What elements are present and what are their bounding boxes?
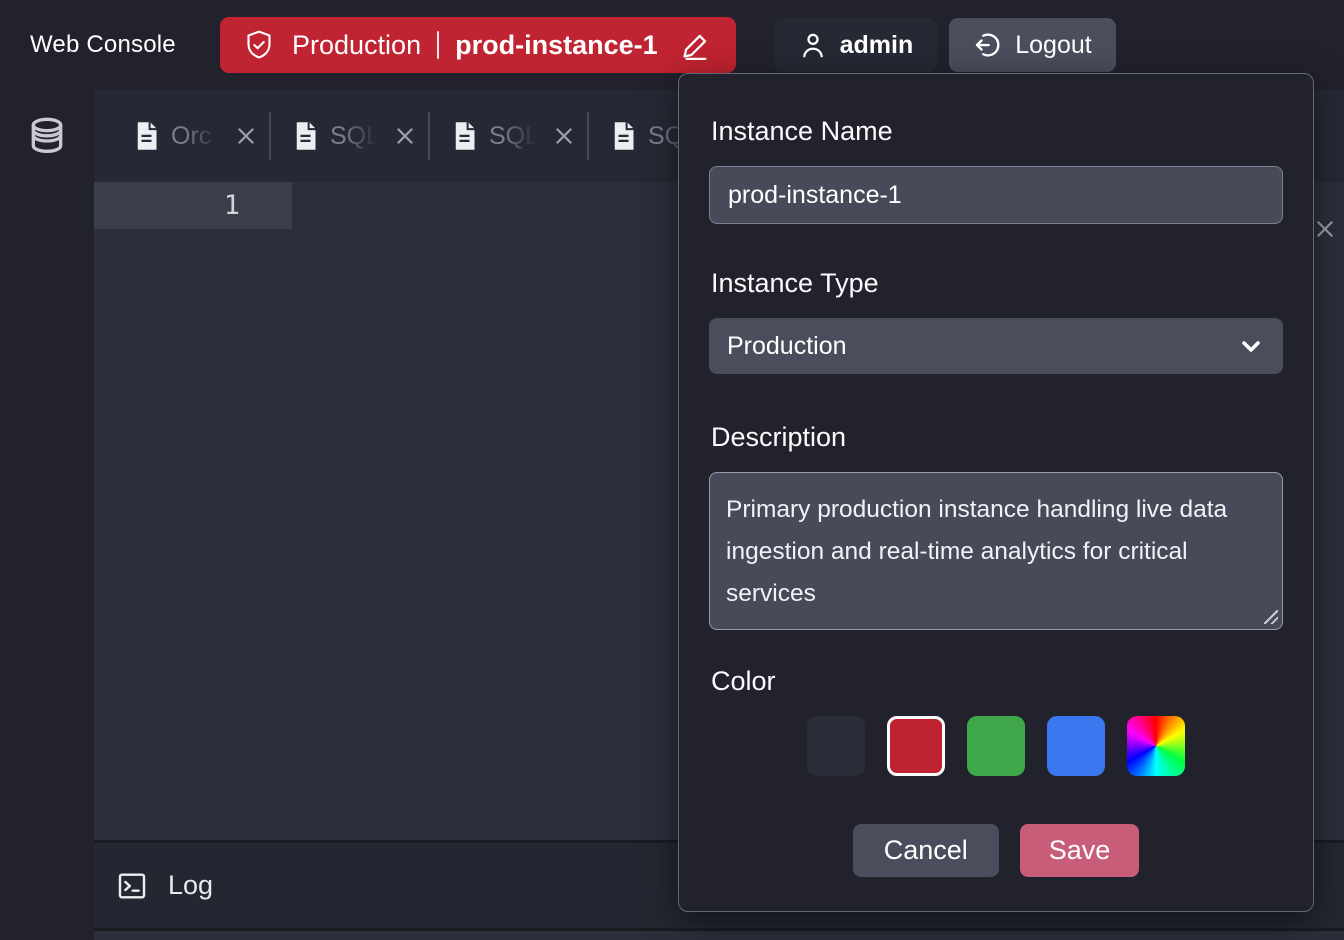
tab-item[interactable]: SQL xyxy=(452,121,575,151)
color-swatch-green[interactable] xyxy=(967,716,1025,776)
color-swatch-custom-rainbow[interactable] xyxy=(1127,716,1185,776)
logout-icon xyxy=(973,30,1003,60)
terminal-icon xyxy=(116,870,148,902)
instance-badge[interactable]: Production prod-instance-1 xyxy=(220,17,736,73)
color-swatch-blue[interactable] xyxy=(1047,716,1105,776)
save-button[interactable]: Save xyxy=(1020,824,1140,877)
log-tab-label[interactable]: Log xyxy=(168,870,213,901)
description-textarea[interactable]: Primary production instance handling liv… xyxy=(709,472,1283,630)
description-label: Description xyxy=(711,420,1283,454)
logout-label: Logout xyxy=(1015,31,1091,60)
tab-item[interactable]: Orc xyxy=(134,121,257,151)
status-bar xyxy=(94,928,1344,940)
instance-type-value: Production xyxy=(727,332,847,361)
badge-environment-label: Production xyxy=(292,30,421,61)
user-chip: admin xyxy=(774,18,938,72)
document-icon xyxy=(134,121,159,151)
tab-label: Orc xyxy=(171,122,223,151)
tab-label: SQL xyxy=(330,122,382,151)
description-field-wrap: Primary production instance handling liv… xyxy=(709,472,1283,630)
tab-label: SQL xyxy=(489,122,541,151)
tab-item[interactable]: SQL xyxy=(293,121,416,151)
instance-name-input[interactable] xyxy=(709,166,1283,224)
user-name: admin xyxy=(840,31,914,60)
instance-type-select[interactable]: Production xyxy=(709,318,1283,374)
tab-divider xyxy=(269,112,271,160)
shield-check-icon xyxy=(242,28,276,62)
document-icon xyxy=(452,121,477,151)
edit-instance-modal: Instance Name Instance Type Production D… xyxy=(678,73,1314,912)
line-number: 1 xyxy=(94,182,292,229)
color-label: Color xyxy=(711,664,1283,698)
tab-divider xyxy=(587,112,589,160)
color-swatch-row xyxy=(709,716,1283,776)
modal-button-row: Cancel Save xyxy=(709,824,1283,877)
color-swatch-default[interactable] xyxy=(807,716,865,776)
document-icon xyxy=(293,121,318,151)
cancel-button[interactable]: Cancel xyxy=(853,824,999,877)
left-sidebar xyxy=(0,90,94,940)
close-icon[interactable] xyxy=(553,125,575,147)
color-swatch-red-selected[interactable] xyxy=(887,716,945,776)
person-icon xyxy=(798,30,828,60)
instance-type-label: Instance Type xyxy=(711,266,1283,300)
logout-button[interactable]: Logout xyxy=(949,18,1115,72)
database-icon[interactable] xyxy=(27,116,67,940)
tab-divider xyxy=(428,112,430,160)
app-title: Web Console xyxy=(30,31,220,59)
close-icon[interactable] xyxy=(1314,218,1336,240)
close-icon[interactable] xyxy=(235,125,257,147)
chevron-down-icon xyxy=(1239,334,1263,358)
instance-name-label: Instance Name xyxy=(711,114,1283,148)
document-icon xyxy=(611,121,636,151)
pencil-edit-icon[interactable] xyxy=(680,29,712,61)
badge-separator xyxy=(437,31,439,59)
close-icon[interactable] xyxy=(394,125,416,147)
badge-instance-name: prod-instance-1 xyxy=(455,30,658,61)
